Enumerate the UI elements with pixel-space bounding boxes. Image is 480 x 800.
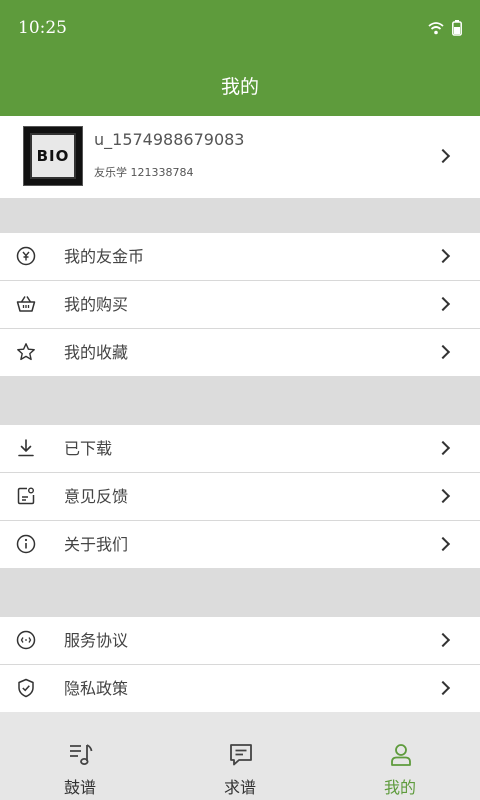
feedback-icon <box>17 487 35 505</box>
page-title: 我的 <box>220 76 259 98</box>
chevron-right-icon <box>435 632 451 648</box>
user-icon <box>391 744 411 766</box>
menu-item-privacy-policy[interactable]: 隐私政策 <box>0 665 480 712</box>
info-icon <box>16 534 36 554</box>
menu-item-label: 意见反馈 <box>64 487 129 506</box>
chevron-right-icon <box>435 148 451 164</box>
menu-item-label: 关于我们 <box>64 535 129 554</box>
score-icon <box>70 744 93 765</box>
menu-item-about-us[interactable]: 关于我们 <box>0 521 480 568</box>
menu-item-gold-coins[interactable]: 我的友金币 <box>0 233 480 280</box>
avatar-logo-text: BIO <box>36 147 70 165</box>
menu-item-service-agreement[interactable]: 服务协议 <box>0 617 480 664</box>
menu-item-label: 服务协议 <box>64 631 129 650</box>
chevron-right-icon <box>435 296 451 312</box>
user-subtitle: 友乐学 121338784 <box>94 166 194 179</box>
tab-request-scores[interactable]: 求谱 <box>160 712 320 800</box>
status-icons <box>428 20 462 36</box>
menu-item-label: 隐私政策 <box>64 679 129 698</box>
menu-item-feedback[interactable]: 意见反馈 <box>0 473 480 520</box>
profile-card[interactable]: BIO u_1574988679083 友乐学 121338784 <box>0 116 480 198</box>
status-bar: 10:25 <box>0 0 480 58</box>
message-icon <box>230 744 252 766</box>
battery-icon <box>452 20 462 36</box>
tab-mine[interactable]: 我的 <box>320 712 480 800</box>
menu-item-label: 我的购买 <box>64 295 129 314</box>
chevron-right-icon <box>435 680 451 696</box>
agreement-icon <box>16 630 36 650</box>
menu-item-favorites[interactable]: 我的收藏 <box>0 329 480 376</box>
basket-icon <box>16 296 36 312</box>
chevron-right-icon <box>435 344 451 360</box>
menu-item-label: 我的友金币 <box>64 247 145 266</box>
chevron-right-icon <box>435 440 451 456</box>
download-icon <box>18 439 34 457</box>
star-icon <box>17 343 35 361</box>
chevron-right-icon <box>435 536 451 552</box>
status-time: 10:25 <box>18 18 67 38</box>
tab-label: 鼓谱 <box>63 778 96 797</box>
chevron-right-icon <box>435 488 451 504</box>
avatar: BIO <box>23 126 83 186</box>
username: u_1574988679083 <box>94 130 245 149</box>
tab-drum-scores[interactable]: 鼓谱 <box>0 712 160 800</box>
menu-item-downloaded[interactable]: 已下载 <box>0 425 480 472</box>
tab-label: 我的 <box>383 778 416 797</box>
chevron-right-icon <box>435 248 451 264</box>
tab-label: 求谱 <box>223 778 256 797</box>
menu-item-label: 我的收藏 <box>64 343 129 362</box>
wifi-icon <box>428 22 444 35</box>
title-bar: 我的 <box>0 58 480 116</box>
menu-item-label: 已下载 <box>64 439 113 458</box>
coin-icon <box>16 246 36 266</box>
shield-icon <box>18 678 34 698</box>
bottom-tab-bar: 鼓谱 求谱 我的 <box>0 712 480 800</box>
menu-item-purchases[interactable]: 我的购买 <box>0 281 480 328</box>
